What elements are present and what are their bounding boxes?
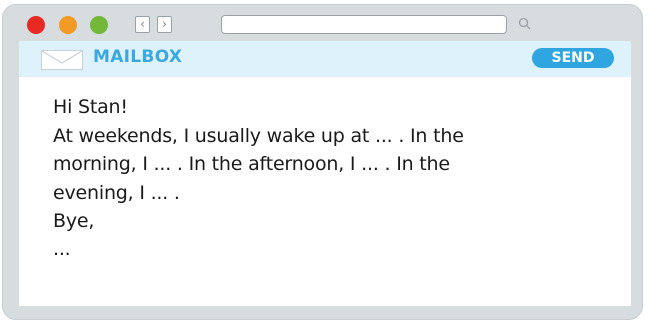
address-bar[interactable]: [221, 15, 507, 34]
title-bar: ‹ ›: [3, 5, 642, 39]
close-window-button[interactable]: [27, 16, 45, 34]
message-line: Bye,: [53, 210, 95, 232]
forward-button[interactable]: ›: [157, 16, 172, 33]
message-line: ...: [53, 238, 71, 260]
minimize-window-button[interactable]: [59, 16, 77, 34]
mail-window: ‹ › MAILBOX SEND Hi Stan! At weekends, I…: [2, 4, 643, 320]
mail-header: MAILBOX SEND: [19, 41, 631, 77]
send-button[interactable]: SEND: [532, 48, 614, 68]
message-line: evening, I ... .: [53, 182, 180, 204]
app-title: MAILBOX: [93, 47, 183, 67]
message-line: At weekends, I usually wake up at ... . …: [53, 125, 464, 147]
envelope-icon: [41, 50, 83, 70]
message-line: Hi Stan!: [53, 96, 128, 118]
search-icon[interactable]: [517, 16, 533, 32]
back-button[interactable]: ‹: [135, 16, 150, 33]
message-line: morning, I ... . In the afternoon, I ...…: [53, 153, 450, 175]
message-body[interactable]: Hi Stan! At weekends, I usually wake up …: [19, 77, 631, 306]
maximize-window-button[interactable]: [90, 16, 108, 34]
